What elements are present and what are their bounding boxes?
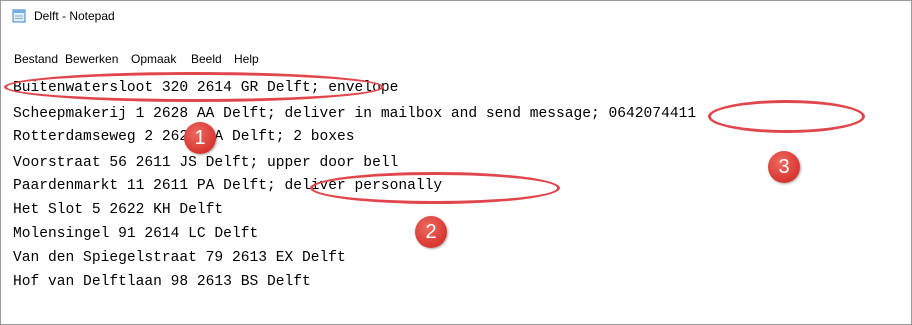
menu-opmaak[interactable]: Opmaak <box>131 51 176 67</box>
menu-help[interactable]: Help <box>234 51 259 67</box>
annotation-badge-3: 3 <box>768 151 800 183</box>
menu-bestand[interactable]: Bestand <box>14 51 58 67</box>
window-title: Delft - Notepad <box>34 9 115 23</box>
text-line-2: Scheepmakerij 1 2628 AA Delft; deliver i… <box>13 106 697 122</box>
text-line-8: Van den Spiegelstraat 79 2613 EX Delft <box>13 250 346 266</box>
menu-bewerken[interactable]: Bewerken <box>65 51 118 67</box>
annotation-badge-2: 2 <box>415 216 447 248</box>
notepad-icon <box>12 9 26 23</box>
menu-beeld[interactable]: Beeld <box>191 51 222 67</box>
annotation-badge-1: 1 <box>184 122 216 154</box>
text-line-9: Hof van Delftlaan 98 2613 BS Delft <box>13 274 311 290</box>
text-line-6: Het Slot 5 2622 KH Delft <box>13 202 224 218</box>
title-bar[interactable]: Delft - Notepad <box>1 1 911 31</box>
text-line-7: Molensingel 91 2614 LC Delft <box>13 226 259 242</box>
text-editor[interactable]: Buitenwatersloot 320 2614 GR Delft; enve… <box>9 70 911 324</box>
text-line-5: Paardenmarkt 11 2611 PA Delft; deliver p… <box>13 178 443 194</box>
text-line-4: Voorstraat 56 2611 JS Delft; upper door … <box>13 155 399 171</box>
text-line-1: Buitenwatersloot 320 2614 GR Delft; enve… <box>13 80 399 96</box>
menu-bar: Bestand Bewerken Opmaak Beeld Help <box>1 50 911 68</box>
notepad-window: Delft - Notepad Bestand Bewerken Opmaak … <box>0 0 912 325</box>
